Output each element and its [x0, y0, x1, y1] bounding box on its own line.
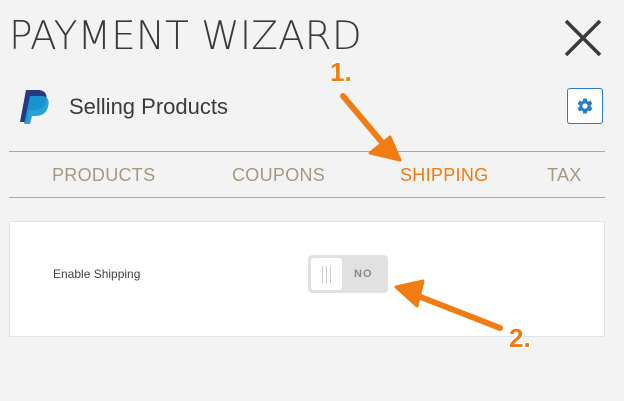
toggle-knob[interactable] [311, 258, 342, 290]
tab-coupons[interactable]: COUPONS [232, 165, 325, 186]
page-title: PAYMENT WIZARD [9, 14, 362, 59]
tab-bar: PRODUCTS COUPONS SHIPPING TAX [9, 151, 605, 198]
enable-shipping-toggle[interactable]: NO [308, 255, 388, 293]
close-button[interactable] [562, 17, 604, 59]
grip-icon [322, 265, 331, 283]
annotation-step-1: 1. [330, 57, 352, 87]
paypal-icon [17, 88, 51, 126]
tab-products[interactable]: PRODUCTS [52, 165, 155, 186]
close-icon [564, 19, 602, 57]
shipping-panel: Enable Shipping NO [9, 221, 605, 337]
enable-shipping-label: Enable Shipping [53, 267, 141, 281]
tab-shipping[interactable]: SHIPPING [400, 165, 488, 186]
annotation-step-2: 2. [509, 323, 531, 353]
settings-button[interactable] [567, 88, 603, 124]
gear-icon [577, 98, 593, 114]
tab-tax[interactable]: TAX [547, 165, 582, 186]
integration-name: Selling Products [69, 94, 228, 119]
toggle-state-label: NO [354, 268, 373, 280]
